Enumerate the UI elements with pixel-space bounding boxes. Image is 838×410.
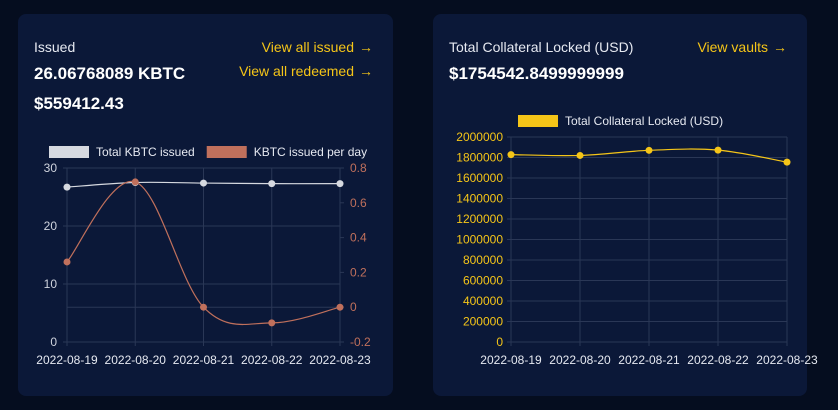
data-point: [200, 303, 207, 311]
data-point: [645, 146, 653, 154]
legend-swatch-1: [518, 115, 558, 127]
y-right-tick-label: 0.4: [350, 231, 367, 245]
x-tick-label: 2022-08-21: [618, 353, 680, 367]
data-point: [336, 303, 344, 311]
y-right-tick-label: 0: [350, 300, 357, 314]
data-point: [336, 180, 344, 188]
y-right-tick-label: -0.2: [350, 335, 371, 349]
y-tick-label: 0: [496, 335, 503, 349]
data-point: [63, 183, 71, 191]
data-point: [507, 151, 515, 159]
y-tick-label: 2000000: [456, 130, 503, 144]
y-left-tick-label: 30: [44, 161, 58, 175]
y-right-tick-label: 0.8: [350, 161, 367, 175]
y-tick-label: 1400000: [456, 192, 503, 206]
y-tick-label: 1600000: [456, 171, 503, 185]
y-tick-label: 600000: [463, 274, 503, 288]
x-tick-label: 2022-08-20: [105, 353, 167, 367]
legend-swatch-1: [49, 146, 89, 158]
x-tick-label: 2022-08-21: [173, 353, 235, 367]
x-tick-label: 2022-08-23: [756, 353, 818, 367]
legend-label-1: Total Collateral Locked (USD): [565, 114, 723, 128]
data-point: [200, 179, 207, 187]
data-point: [63, 258, 71, 266]
x-tick-label: 2022-08-23: [309, 353, 371, 367]
data-point: [268, 180, 276, 188]
issued-chart: 0 10 20 30 -0.2 0 0.2 0.4 0.6 0.8 2022-08-19 2022-0…: [36, 145, 371, 367]
y-left-tick-label: 20: [44, 219, 58, 233]
y-tick-label: 400000: [463, 294, 503, 308]
y-left-tick-label: 0: [50, 335, 57, 349]
data-point: [714, 146, 722, 154]
y-left-tick-label: 10: [44, 277, 58, 291]
y-right-tick-label: 0.6: [350, 196, 367, 210]
data-point: [576, 151, 584, 159]
y-tick-label: 200000: [463, 315, 503, 329]
y-tick-label: 1000000: [456, 233, 503, 247]
y-tick-label: 1200000: [456, 212, 503, 226]
y-right-tick-label: 0.2: [350, 265, 367, 279]
legend-label-2: KBTC issued per day: [254, 145, 367, 159]
data-point: [783, 158, 791, 166]
y-tick-label: 1800000: [456, 151, 503, 165]
data-point: [131, 178, 139, 186]
issued-card: Issued 26.06768089 KBTC $559412.43 View …: [18, 14, 393, 396]
x-tick-label: 2022-08-22: [687, 353, 749, 367]
x-tick-label: 2022-08-20: [549, 353, 611, 367]
collateral-chart: 0 200000 400000 600000 800000 1000000 1200000 1…: [456, 114, 818, 367]
x-tick-label: 2022-08-19: [36, 353, 98, 367]
y-tick-label: 800000: [463, 253, 503, 267]
legend-label-1: Total KBTC issued: [96, 145, 195, 159]
x-tick-label: 2022-08-22: [241, 353, 303, 367]
collateral-card: Total Collateral Locked (USD) $1754542.8…: [433, 14, 818, 396]
x-tick-label: 2022-08-19: [480, 353, 542, 367]
data-point: [268, 319, 276, 327]
legend-swatch-2: [206, 146, 247, 158]
